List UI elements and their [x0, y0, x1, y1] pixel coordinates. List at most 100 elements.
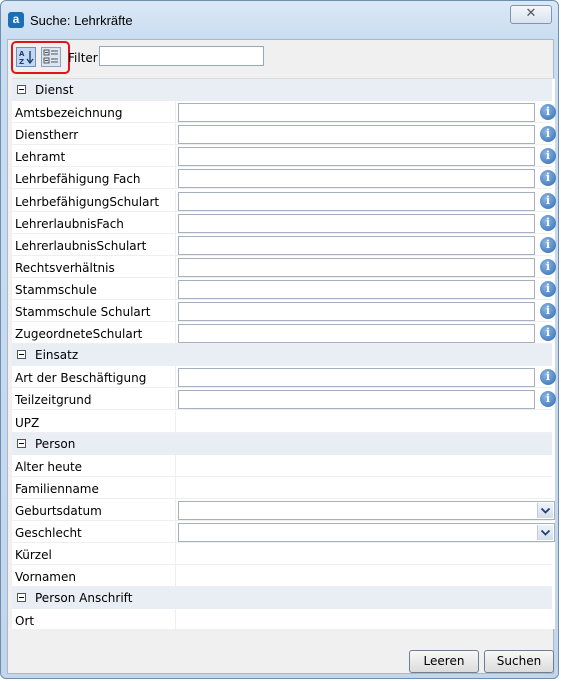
property-row: Stammschule Schulart i — [12, 300, 556, 322]
info-icon[interactable]: i — [540, 391, 556, 407]
info-icon[interactable]: i — [540, 237, 556, 253]
column-divider — [175, 101, 176, 123]
property-value-input[interactable] — [178, 390, 535, 409]
column-divider — [175, 278, 176, 300]
property-value-input[interactable] — [178, 169, 535, 188]
property-value-dropdown[interactable] — [178, 523, 555, 542]
toolbar: A Z Filter — [8, 40, 553, 74]
close-button[interactable]: ✕ — [510, 5, 552, 24]
column-divider — [175, 145, 176, 167]
collapse-icon[interactable] — [17, 350, 26, 359]
chevron-down-icon[interactable] — [537, 503, 553, 518]
property-value-dropdown[interactable] — [178, 501, 555, 520]
property-label: Geschlecht — [15, 526, 82, 540]
column-divider — [175, 455, 176, 477]
column-divider — [175, 256, 176, 278]
info-icon[interactable]: i — [540, 369, 556, 385]
category-row-0[interactable]: Dienst — [12, 79, 552, 101]
property-row: Familienname — [12, 477, 552, 499]
property-value-input[interactable] — [178, 214, 535, 233]
property-value-input[interactable] — [178, 302, 535, 321]
info-icon[interactable]: i — [540, 126, 556, 142]
property-label: Amtsbezeichnung — [15, 106, 123, 120]
column-divider — [175, 366, 176, 388]
category-label: Person Anschrift — [35, 591, 133, 605]
property-row: LehrerlaubnisFach i — [12, 212, 556, 234]
category-row-3[interactable]: Person Anschrift — [12, 587, 552, 609]
title-bar[interactable]: a Suche: Lehrkräfte ✕ — [1, 1, 558, 35]
info-icon[interactable]: i — [540, 215, 556, 231]
sort-alphabetical-icon: A Z — [19, 50, 34, 66]
property-value-input[interactable] — [178, 280, 535, 299]
collapse-icon[interactable] — [17, 85, 26, 94]
property-label: Kürzel — [15, 548, 52, 562]
property-value-input[interactable] — [178, 147, 535, 166]
info-icon[interactable]: i — [540, 303, 556, 319]
property-label: Familienname — [15, 482, 99, 496]
column-divider — [175, 499, 176, 521]
info-icon[interactable]: i — [540, 193, 556, 209]
property-value-input[interactable] — [178, 192, 535, 211]
categorized-view-button[interactable] — [41, 47, 61, 67]
column-divider — [175, 565, 176, 587]
category-row-2[interactable]: Person — [12, 433, 552, 455]
property-grid: Dienst Amtsbezeichnung i Dienstherr i Lehramt… — [12, 78, 556, 631]
column-divider — [175, 322, 176, 344]
collapse-icon[interactable] — [17, 593, 26, 602]
property-value-input[interactable] — [178, 103, 535, 122]
property-row: Geburtsdatum — [12, 499, 555, 521]
property-label: Lehrbefähigung Fach — [15, 172, 141, 186]
filter-label: Filter — [68, 51, 98, 65]
column-divider — [175, 300, 176, 322]
sort-alphabetical-button[interactable]: A Z — [16, 47, 36, 67]
property-row: ZugeordneteSchulart i — [12, 322, 556, 344]
info-icon[interactable]: i — [540, 170, 556, 186]
property-label: Vornamen — [15, 570, 76, 584]
clear-button[interactable]: Leeren — [409, 650, 479, 673]
property-row: UPZ — [12, 411, 552, 433]
property-label: UPZ — [15, 416, 40, 430]
search-button[interactable]: Suchen — [484, 650, 554, 673]
property-row: Alter heute — [12, 455, 552, 477]
column-divider — [175, 234, 176, 256]
search-dialog-window: a Suche: Lehrkräfte ✕ A Z Filter Dienst … — [0, 0, 559, 679]
property-row: Ort — [12, 609, 552, 631]
property-row: Lehramt i — [12, 145, 556, 167]
chevron-down-icon[interactable] — [537, 525, 553, 540]
property-label: Dienstherr — [15, 128, 79, 142]
info-icon[interactable]: i — [540, 259, 556, 275]
property-row: Stammschule i — [12, 278, 556, 300]
info-icon[interactable]: i — [540, 104, 556, 120]
property-value-input[interactable] — [178, 236, 535, 255]
property-value-input[interactable] — [178, 125, 535, 144]
property-label: Art der Beschäftigung — [15, 371, 147, 385]
filter-input[interactable] — [99, 46, 264, 66]
property-row: Vornamen — [12, 565, 552, 587]
property-row: Lehrbefähigung Fach i — [12, 167, 556, 189]
app-logo-icon: a — [8, 12, 24, 28]
property-row: Rechtsverhältnis i — [12, 256, 556, 278]
column-divider — [175, 477, 176, 499]
property-row: LehrbefähigungSchulart i — [12, 190, 556, 212]
category-label: Person — [35, 437, 76, 451]
collapse-icon[interactable] — [17, 439, 26, 448]
categorized-view-icon — [43, 49, 58, 64]
property-label: Stammschule — [15, 283, 97, 297]
info-icon[interactable]: i — [540, 281, 556, 297]
category-row-1[interactable]: Einsatz — [12, 344, 552, 366]
property-label: Rechtsverhältnis — [15, 261, 115, 275]
property-label: LehrerlaubnisSchulart — [15, 239, 147, 253]
property-value-input[interactable] — [178, 258, 535, 277]
column-divider — [175, 123, 176, 145]
property-value-input[interactable] — [178, 324, 535, 343]
column-divider — [175, 543, 176, 565]
info-icon[interactable]: i — [540, 148, 556, 164]
property-value-input[interactable] — [178, 368, 535, 387]
property-label: ZugeordneteSchulart — [15, 327, 143, 341]
column-divider — [175, 609, 176, 631]
property-row: LehrerlaubnisSchulart i — [12, 234, 556, 256]
property-row: Amtsbezeichnung i — [12, 101, 556, 123]
info-icon[interactable]: i — [540, 325, 556, 341]
property-label: Stammschule Schulart — [15, 305, 151, 319]
category-label: Dienst — [35, 83, 74, 97]
